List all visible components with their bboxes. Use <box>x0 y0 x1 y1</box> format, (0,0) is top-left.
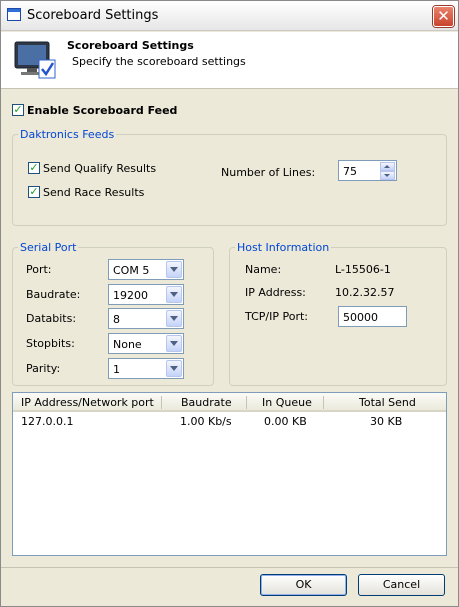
serial-port-legend: Serial Port <box>18 241 79 254</box>
port-label: Port: <box>26 263 52 276</box>
header-banner: Scoreboard Settings Specify the scoreboa… <box>1 32 458 89</box>
host-info-legend: Host Information <box>235 241 332 254</box>
connections-table[interactable]: IP Address/Network port Baudrate In Queu… <box>12 392 447 556</box>
parity-label: Parity: <box>26 362 61 375</box>
databits-label: Databits: <box>26 312 77 325</box>
window-title: Scoreboard Settings <box>27 8 159 23</box>
column-divider[interactable] <box>323 396 324 409</box>
header-title: Scoreboard Settings <box>67 39 194 52</box>
lines-value: 75 <box>343 165 357 178</box>
databits-value: 8 <box>113 313 120 326</box>
enable-feed-label: Enable Scoreboard Feed <box>27 104 178 117</box>
spin-up-icon[interactable] <box>380 162 395 171</box>
chevron-down-icon[interactable] <box>166 310 182 327</box>
close-button[interactable]: ✕ <box>433 6 454 27</box>
lines-stepper[interactable]: 75 <box>338 160 397 181</box>
ip-address-label: IP Address: <box>245 286 306 299</box>
port-value: COM 5 <box>113 264 150 277</box>
table-row-ip[interactable]: 127.0.0.1 <box>21 415 73 428</box>
databits-select[interactable]: 8 <box>108 308 184 329</box>
table-row-baudrate: 1.00 Kb/s <box>180 415 232 428</box>
column-divider[interactable] <box>246 396 247 409</box>
ok-button[interactable]: OK <box>260 574 347 596</box>
table-row-queue: 0.00 KB <box>264 415 307 428</box>
baudrate-select[interactable]: 19200 <box>108 284 184 305</box>
spin-down-icon[interactable] <box>380 171 395 180</box>
dialog-window: Scoreboard Settings ✕ Scoreboard Setting… <box>0 0 459 607</box>
parity-select[interactable]: 1 <box>108 358 184 379</box>
parity-value: 1 <box>113 363 120 376</box>
tcp-port-value: 50000 <box>343 311 378 324</box>
host-name-label: Name: <box>245 263 282 276</box>
table-header: IP Address/Network port Baudrate In Queu… <box>13 393 446 412</box>
send-qualify-checkbox[interactable]: ✓ <box>28 162 40 174</box>
tcp-port-label: TCP/IP Port: <box>245 310 308 323</box>
daktronics-legend: Daktronics Feeds <box>18 128 117 141</box>
enable-feed-checkbox[interactable]: ✓ <box>12 104 24 116</box>
column-divider[interactable] <box>161 396 162 409</box>
column-header-baudrate[interactable]: Baudrate <box>181 396 232 409</box>
send-race-checkbox[interactable]: ✓ <box>28 186 40 198</box>
stopbits-label: Stopbits: <box>26 337 75 350</box>
ip-address-value: 10.2.32.57 <box>335 286 395 299</box>
send-race-label: Send Race Results <box>43 186 145 199</box>
table-row-total: 30 KB <box>370 415 403 428</box>
title-bar[interactable]: Scoreboard Settings ✕ <box>1 1 458 31</box>
column-header-queue[interactable]: In Queue <box>262 396 312 409</box>
monitor-check-icon <box>14 41 56 79</box>
baudrate-value: 19200 <box>113 289 148 302</box>
chevron-down-icon[interactable] <box>166 335 182 352</box>
chevron-down-icon[interactable] <box>166 286 182 303</box>
host-name-value: L-15506-1 <box>335 263 391 276</box>
column-header-ip[interactable]: IP Address/Network port <box>21 396 154 409</box>
header-subtitle: Specify the scoreboard settings <box>72 55 246 68</box>
tcp-port-input[interactable]: 50000 <box>338 306 407 327</box>
footer-divider <box>1 567 458 568</box>
column-header-total[interactable]: Total Send <box>359 396 416 409</box>
chevron-down-icon[interactable] <box>166 360 182 377</box>
send-qualify-label: Send Qualify Results <box>43 162 157 175</box>
chevron-down-icon[interactable] <box>166 261 182 278</box>
stopbits-value: None <box>113 338 142 351</box>
cancel-button[interactable]: Cancel <box>358 574 445 596</box>
port-select[interactable]: COM 5 <box>108 259 184 280</box>
lines-label: Number of Lines: <box>221 166 316 179</box>
stopbits-select[interactable]: None <box>108 333 184 354</box>
window-icon <box>7 8 21 21</box>
baudrate-label: Baudrate: <box>26 288 81 301</box>
